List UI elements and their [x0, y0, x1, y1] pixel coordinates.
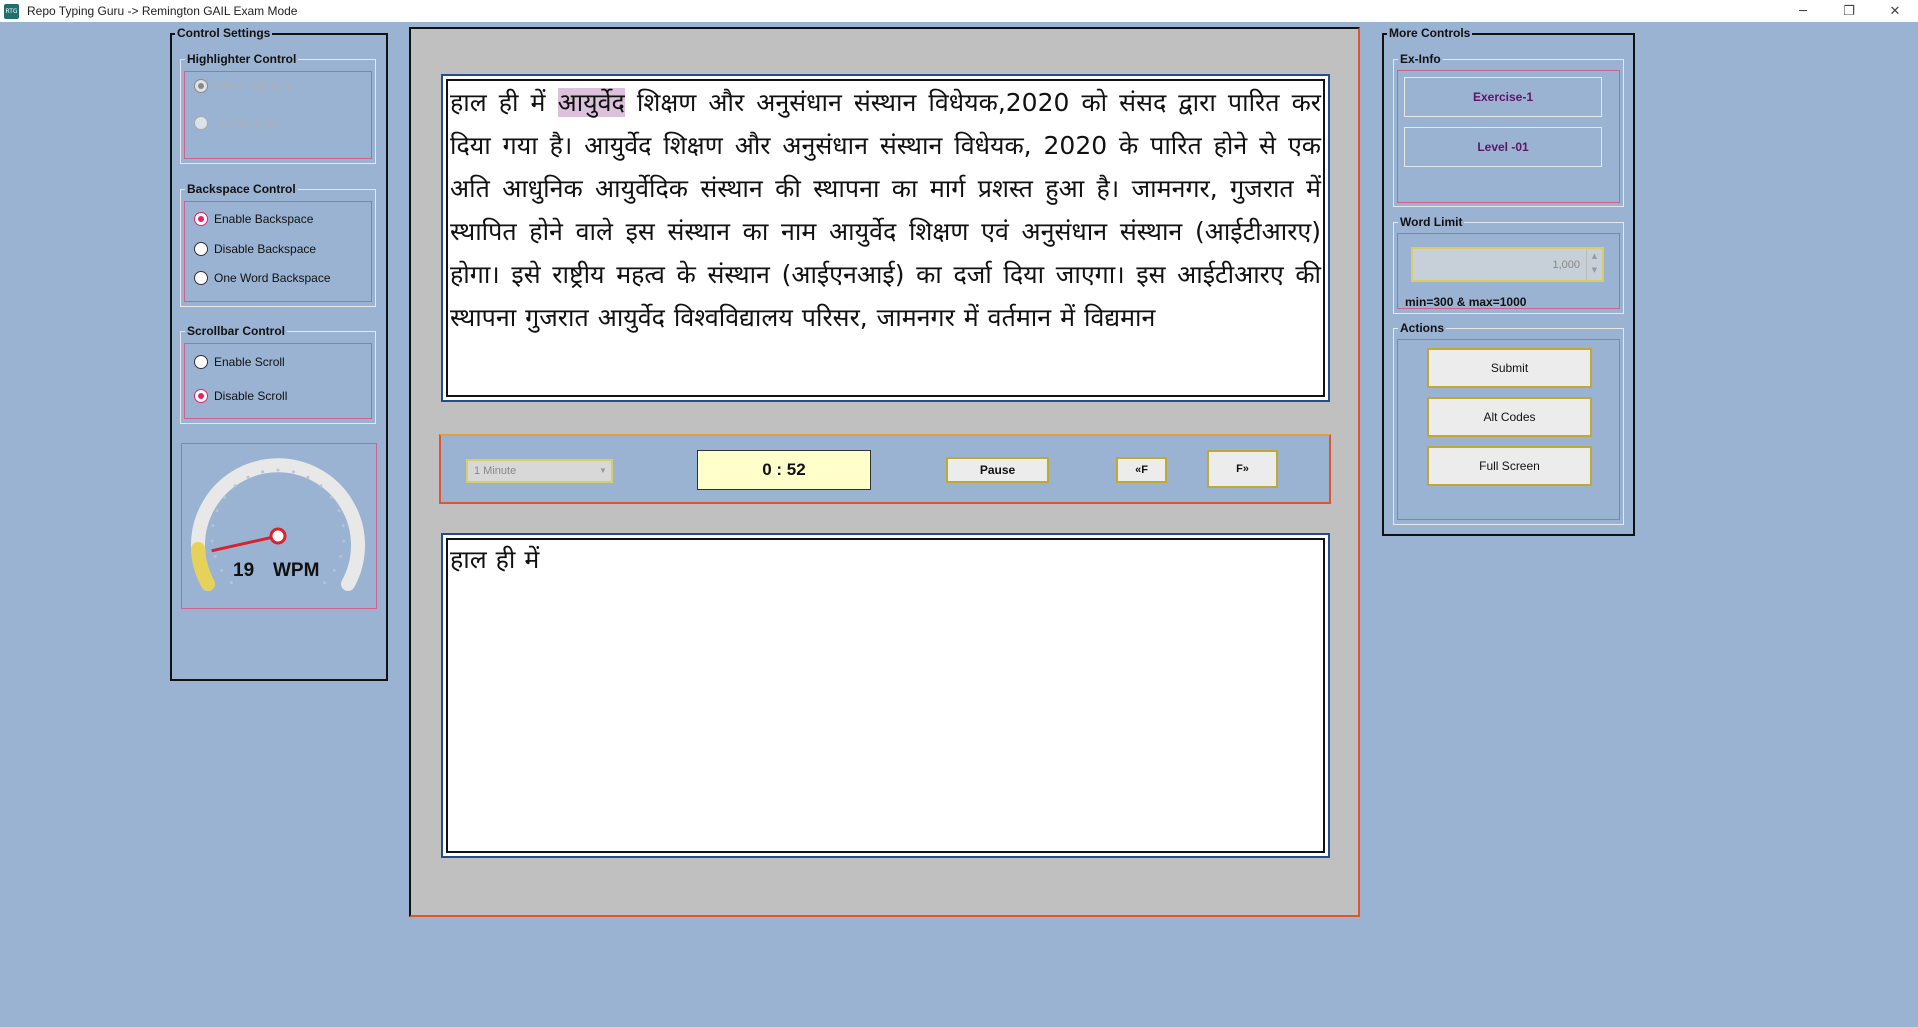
- gauge-tick: [213, 554, 217, 558]
- backspace-control-title: Backspace Control: [185, 182, 298, 196]
- gauge-tick: [233, 484, 237, 488]
- maximize-button[interactable]: ❐: [1826, 0, 1872, 22]
- gauge-tick: [319, 484, 323, 488]
- gauge-tick: [306, 475, 310, 479]
- gauge-tick: [220, 568, 224, 572]
- radio-disable-scroll-indicator: [194, 389, 208, 403]
- typed-text: हाल ही में: [450, 545, 540, 574]
- spin-arrows-icon[interactable]: ▲ ▼: [1586, 249, 1602, 280]
- minimize-button[interactable]: ─: [1780, 0, 1826, 22]
- radio-no-highlight-indicator: [194, 116, 208, 130]
- radio-enable-backspace-indicator: [194, 212, 208, 226]
- gauge-fill: [191, 542, 215, 591]
- gauge-tick: [337, 509, 341, 513]
- radio-disable-backspace[interactable]: Disable Backspace: [194, 242, 316, 256]
- highlighter-control-title: Highlighter Control: [185, 52, 299, 66]
- exinfo-title: Ex-Info: [1398, 52, 1443, 66]
- speedometer: [181, 443, 377, 609]
- close-button[interactable]: ✕: [1872, 0, 1918, 22]
- word-limit-spinbox[interactable]: 1,000 ▲ ▼: [1411, 247, 1604, 282]
- radio-disable-backspace-indicator: [194, 242, 208, 256]
- word-limit-value: 1,000: [1552, 259, 1580, 271]
- control-settings-title: Control Settings: [175, 26, 273, 40]
- pause-button[interactable]: Pause: [946, 457, 1049, 483]
- wpm-value: 19: [233, 560, 255, 581]
- typing-input-frame: हाल ही में: [441, 533, 1330, 858]
- passage-before: हाल ही में: [450, 88, 558, 117]
- duration-value: 1 Minute: [474, 465, 517, 477]
- gauge-tick: [211, 524, 215, 528]
- gauge-tick: [261, 470, 265, 474]
- radio-one-word-backspace-label: One Word Backspace: [214, 271, 331, 285]
- word-limit-note: min=300 & max=1000: [1405, 295, 1527, 309]
- gauge-tick: [332, 568, 336, 572]
- passage-frame: हाल ही में आयुर्वेद शिक्षण और अनुसंधान स…: [441, 74, 1330, 402]
- chevron-down-icon: ▼: [599, 466, 607, 475]
- title-bar: RTG Repo Typing Guru -> Remington GAIL E…: [0, 0, 1918, 22]
- gauge-tick: [291, 470, 295, 474]
- full-screen-button[interactable]: Full Screen: [1427, 446, 1592, 486]
- gauge-tick: [246, 475, 250, 479]
- radio-word-highlight-label: Word Highlight: [214, 79, 293, 93]
- radio-no-highlight-label: No Highlight: [214, 116, 280, 130]
- gauge-tick: [341, 524, 345, 528]
- app-icon: RTG: [4, 3, 19, 19]
- passage-text: हाल ही में आयुर्वेद शिक्षण और अनुसंधान स…: [448, 81, 1323, 339]
- radio-disable-scroll[interactable]: Disable Scroll: [194, 389, 287, 403]
- radio-enable-backspace[interactable]: Enable Backspace: [194, 212, 313, 226]
- gauge-tick: [329, 495, 333, 499]
- controls-strip: 1 Minute ▼ 0 : 52 Pause «F F»: [439, 434, 1331, 504]
- radio-enable-scroll-indicator: [194, 355, 208, 369]
- wpm-unit: WPM: [273, 560, 320, 581]
- actions-title: Actions: [1398, 321, 1447, 335]
- gauge-tick: [210, 539, 214, 543]
- submit-button[interactable]: Submit: [1427, 348, 1592, 388]
- timer-display: 0 : 52: [697, 450, 871, 490]
- radio-disable-scroll-label: Disable Scroll: [214, 389, 288, 403]
- radio-one-word-backspace[interactable]: One Word Backspace: [194, 271, 331, 285]
- radio-enable-scroll-label: Enable Scroll: [214, 355, 285, 369]
- window-title: Repo Typing Guru -> Remington GAIL Exam …: [27, 4, 298, 18]
- passage-after: शिक्षण और अनुसंधान संस्थान विधेयक,2020 क…: [450, 88, 1321, 332]
- gauge-tick: [323, 581, 327, 585]
- gauge-tick: [215, 509, 219, 513]
- level-label: Level -01: [1404, 127, 1602, 167]
- typing-input-box[interactable]: हाल ही में: [446, 538, 1325, 853]
- radio-word-highlight-indicator: [194, 79, 208, 93]
- font-decrease-button[interactable]: «F: [1116, 457, 1167, 483]
- duration-dropdown[interactable]: 1 Minute ▼: [466, 459, 613, 483]
- radio-enable-backspace-label: Enable Backspace: [214, 212, 314, 226]
- gauge-tick: [339, 554, 343, 558]
- gauge-hub: [269, 527, 287, 545]
- gauge-needle: [211, 534, 279, 553]
- radio-word-highlight[interactable]: Word Highlight: [194, 79, 292, 93]
- radio-enable-scroll[interactable]: Enable Scroll: [194, 355, 285, 369]
- scrollbar-control-group: Scrollbar Control: [180, 324, 376, 424]
- word-limit-title: Word Limit: [1398, 215, 1465, 229]
- speedometer-gauge: [191, 458, 365, 591]
- scrollbar-control-title: Scrollbar Control: [185, 324, 288, 338]
- highlighted-word: आयुर्वेद: [557, 88, 625, 117]
- font-increase-button[interactable]: F»: [1207, 450, 1278, 488]
- gauge-tick: [342, 539, 346, 543]
- gauge-tick: [276, 468, 280, 472]
- passage-box[interactable]: हाल ही में आयुर्वेद शिक्षण और अनुसंधान स…: [446, 79, 1325, 397]
- gauge-tick: [223, 495, 227, 499]
- highlighter-control-group: Highlighter Control: [180, 52, 376, 164]
- exercise-label: Exercise-1: [1404, 77, 1602, 117]
- radio-disable-backspace-label: Disable Backspace: [214, 242, 317, 256]
- radio-no-highlight[interactable]: No Highlight: [194, 116, 279, 130]
- more-controls-title: More Controls: [1387, 26, 1473, 40]
- alt-codes-button[interactable]: Alt Codes: [1427, 397, 1592, 437]
- radio-one-word-backspace-indicator: [194, 271, 208, 285]
